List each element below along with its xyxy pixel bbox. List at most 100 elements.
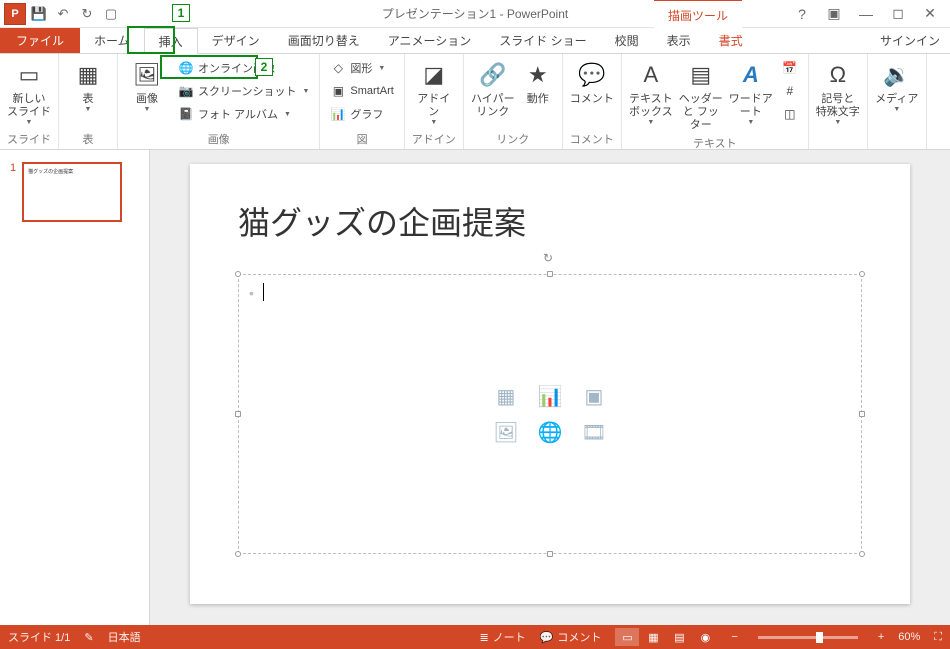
online-picture-icon: 🌐 [178, 60, 194, 76]
restore-icon[interactable]: ◻ [884, 3, 912, 25]
notes-button[interactable]: ≣ ノート [479, 629, 525, 645]
new-slide-icon: ▭ [13, 59, 45, 91]
zoom-in-button[interactable]: + [878, 631, 884, 643]
resize-handle[interactable] [547, 271, 553, 277]
window-title: プレゼンテーション1 - PowerPoint [382, 5, 568, 22]
action-button[interactable]: ★ 動作 [520, 57, 556, 106]
close-icon[interactable]: ✕ [916, 3, 944, 25]
zoom-level[interactable]: 60% [898, 631, 920, 643]
slide-indicator[interactable]: スライド 1/1 [8, 629, 70, 645]
slide[interactable]: 猫グッズの企画提案 ↻ • ▦ 📊 ▣ 🖼 🌐 [190, 164, 910, 604]
shapes-button[interactable]: ◇ 図形 ▼ [326, 57, 397, 79]
chevron-down-icon: ▼ [26, 119, 33, 126]
header-footer-button[interactable]: ▤ ヘッダーと フッター [678, 57, 724, 133]
resize-handle[interactable] [235, 551, 241, 557]
group-links: 🔗 ハイパーリンク ★ 動作 リンク [464, 54, 563, 149]
content-placeholder[interactable]: ↻ • ▦ 📊 ▣ 🖼 🌐 🎞 [238, 274, 862, 554]
header-footer-icon: ▤ [685, 59, 717, 91]
insert-chart-icon[interactable]: 📊 [533, 381, 567, 411]
tab-file[interactable]: ファイル [0, 27, 80, 53]
hyperlink-button[interactable]: 🔗 ハイパーリンク [470, 57, 516, 119]
chart-icon: 📊 [330, 106, 346, 122]
slide-title[interactable]: 猫グッズの企画提案 [238, 198, 862, 244]
comments-button[interactable]: 💬 コメント [540, 629, 602, 645]
slide-thumbnail-panel[interactable]: 1 猫グッズの企画提案 [0, 150, 150, 625]
thumbnail-preview[interactable]: 猫グッズの企画提案 [22, 162, 122, 222]
app-icon[interactable]: P [4, 3, 26, 25]
table-icon: ▦ [72, 59, 104, 91]
help-icon[interactable]: ? [788, 3, 816, 25]
screenshot-button[interactable]: 📷 スクリーンショット ▼ [174, 80, 313, 102]
tab-insert[interactable]: 挿入 [144, 28, 198, 54]
ribbon-display-icon[interactable]: ▣ [820, 3, 848, 25]
insert-table-icon[interactable]: ▦ [489, 381, 523, 411]
spellcheck-icon[interactable]: ✎ [84, 631, 93, 644]
fit-to-window-icon[interactable]: ⛶ [934, 631, 942, 644]
group-comments: 💬 コメント コメント [563, 54, 622, 149]
language-indicator[interactable]: 日本語 [108, 629, 141, 645]
minimize-icon[interactable]: — [852, 3, 880, 25]
undo-icon[interactable]: ↶ [52, 3, 74, 25]
resize-handle[interactable] [547, 551, 553, 557]
zoom-slider[interactable] [758, 636, 858, 639]
action-icon: ★ [522, 59, 554, 91]
slide-canvas-area[interactable]: 猫グッズの企画提案 ↻ • ▦ 📊 ▣ 🖼 🌐 [150, 150, 950, 625]
slideshow-view-icon[interactable]: ◉ [693, 628, 717, 646]
tab-transitions[interactable]: 画面切り替え [274, 27, 374, 53]
zoom-slider-thumb[interactable] [816, 632, 823, 643]
wordart-button[interactable]: A ワードアート ▼ [728, 57, 774, 126]
bullet-icon: • [249, 285, 254, 301]
sign-in-link[interactable]: サインイン [870, 28, 950, 53]
resize-handle[interactable] [235, 411, 241, 417]
slide-number-icon: # [782, 83, 798, 99]
smartart-button[interactable]: ▣ SmartArt [326, 80, 397, 102]
quick-access-toolbar: P 💾 ↶ ↻ ▢ [0, 3, 126, 25]
callout-2: 2 [255, 58, 273, 76]
new-slide-button[interactable]: ▭ 新しい スライド ▼ [6, 57, 52, 126]
insert-video-icon[interactable]: 🎞 [577, 417, 611, 447]
tab-review[interactable]: 校閲 [601, 27, 653, 53]
workspace: 1 猫グッズの企画提案 猫グッズの企画提案 ↻ • ▦ [0, 150, 950, 625]
symbol-button[interactable]: Ω 記号と 特殊文字 ▼ [815, 57, 861, 126]
tab-design[interactable]: デザイン [198, 27, 274, 53]
slide-sorter-view-icon[interactable]: ▦ [641, 628, 665, 646]
date-time-button[interactable]: 📅 [778, 57, 802, 79]
chevron-down-icon: ▼ [144, 106, 151, 113]
textbox-button[interactable]: A テキスト ボックス ▼ [628, 57, 674, 126]
comment-button[interactable]: 💬 コメント [569, 57, 615, 106]
addins-button[interactable]: ◪ アドイ ン ▼ [411, 57, 457, 126]
media-button[interactable]: 🔉 メディア ▼ [874, 57, 920, 113]
chevron-down-icon: ▼ [747, 119, 754, 126]
save-icon[interactable]: 💾 [28, 3, 50, 25]
redo-icon[interactable]: ↻ [76, 3, 98, 25]
resize-handle[interactable] [859, 411, 865, 417]
pictures-button[interactable]: 🖼 画像 ▼ [124, 57, 170, 113]
reading-view-icon[interactable]: ▤ [667, 628, 691, 646]
insert-smartart-icon[interactable]: ▣ [577, 381, 611, 411]
object-button[interactable]: ◫ [778, 103, 802, 125]
tab-view[interactable]: 表示 [653, 27, 705, 53]
table-button[interactable]: ▦ 表 ▼ [65, 57, 111, 113]
smartart-icon: ▣ [330, 83, 346, 99]
rotate-handle-icon[interactable]: ↻ [543, 251, 557, 265]
resize-handle[interactable] [235, 271, 241, 277]
resize-handle[interactable] [859, 271, 865, 277]
insert-online-picture-icon[interactable]: 🌐 [533, 417, 567, 447]
tab-home[interactable]: ホーム [80, 27, 144, 53]
tab-format[interactable]: 書式 [705, 27, 757, 53]
zoom-out-button[interactable]: − [731, 631, 737, 643]
slide-number-button[interactable]: # [778, 80, 802, 102]
date-icon: 📅 [782, 60, 798, 76]
chart-button[interactable]: 📊 グラフ [326, 103, 397, 125]
thumbnail-item[interactable]: 1 猫グッズの企画提案 [10, 162, 139, 222]
resize-handle[interactable] [859, 551, 865, 557]
insert-picture-icon[interactable]: 🖼 [489, 417, 523, 447]
chevron-down-icon: ▼ [284, 111, 291, 118]
photo-album-button[interactable]: 📓 フォト アルバム ▼ [174, 103, 313, 125]
tab-animations[interactable]: アニメーション [374, 27, 486, 53]
normal-view-icon[interactable]: ▭ [615, 628, 639, 646]
start-from-beginning-icon[interactable]: ▢ [100, 3, 122, 25]
online-pictures-button[interactable]: 🌐 オンライン画像 [174, 57, 313, 79]
tab-slideshow[interactable]: スライド ショー [485, 27, 600, 53]
wordart-icon: A [735, 59, 767, 91]
